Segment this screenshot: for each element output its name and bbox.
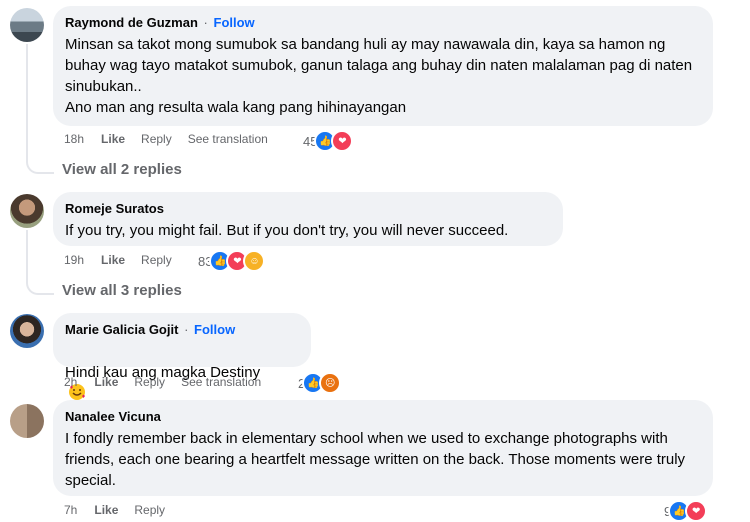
see-translation-link[interactable]: See translation xyxy=(181,375,261,389)
comment-bubble: Romeje Suratos If you try, you might fai… xyxy=(53,192,563,246)
comment-header: Raymond de Guzman · Follow xyxy=(65,14,701,31)
comment-actions: 2h Like Reply See translation xyxy=(64,372,277,392)
reaction-summary[interactable]: 45 👍 ❤ xyxy=(303,130,354,152)
view-replies-link[interactable]: View all 3 replies xyxy=(62,282,182,299)
love-icon: ❤ xyxy=(685,500,708,522)
separator: · xyxy=(184,322,189,337)
comment-text: Minsan sa takot mong sumubok sa bandang … xyxy=(65,36,693,116)
reaction-summary[interactable]: 83 👍 ❤ ☺ xyxy=(198,250,266,272)
reply-button[interactable]: Reply xyxy=(134,503,165,517)
comment-bubble: Nanalee Vicuna I fondly remember back in… xyxy=(53,400,713,496)
separator: · xyxy=(203,15,208,30)
thread-line xyxy=(26,230,54,295)
avatar[interactable] xyxy=(10,404,44,438)
like-button[interactable]: Like xyxy=(94,375,118,389)
comment-time[interactable]: 2h xyxy=(64,375,77,389)
reply-button[interactable]: Reply xyxy=(141,132,172,146)
comment-bubble: Marie Galicia Gojit · Follow Hindi kau a… xyxy=(53,313,311,400)
comment-text: If you try, you might fail. But if you d… xyxy=(65,222,509,239)
reaction-summary[interactable]: 2 👍 ☹ xyxy=(298,372,342,394)
reply-button[interactable]: Reply xyxy=(134,375,165,389)
thread-line xyxy=(26,44,54,174)
angry-icon: ☹ xyxy=(319,372,342,394)
comment-header: Romeje Suratos xyxy=(65,200,551,217)
see-translation-link[interactable]: See translation xyxy=(188,132,268,146)
view-replies-link[interactable]: View all 2 replies xyxy=(62,161,182,178)
care-icon: ☺ xyxy=(243,250,266,272)
avatar[interactable] xyxy=(10,194,44,228)
comment-author[interactable]: Romeje Suratos xyxy=(65,201,164,216)
comment-text: I fondly remember back in elementary sch… xyxy=(65,430,686,489)
comment-actions: 18h Like Reply See translation xyxy=(64,129,284,149)
reply-button[interactable]: Reply xyxy=(141,253,172,267)
like-button[interactable]: Like xyxy=(101,132,125,146)
comment-bubble: Raymond de Guzman · Follow Minsan sa tak… xyxy=(53,6,713,126)
avatar[interactable] xyxy=(10,8,44,42)
follow-button[interactable]: Follow xyxy=(214,15,255,30)
follow-button[interactable]: Follow xyxy=(194,322,235,337)
love-icon: ❤ xyxy=(331,130,354,152)
reaction-summary[interactable]: 9 👍 ❤ xyxy=(664,500,708,522)
comment-header: Marie Galicia Gojit · Follow xyxy=(65,321,299,338)
like-button[interactable]: Like xyxy=(94,503,118,517)
comment-time[interactable]: 7h xyxy=(64,503,77,517)
comment-actions: 7h Like Reply xyxy=(64,500,181,520)
avatar[interactable] xyxy=(10,314,44,348)
comment-author[interactable]: Nanalee Vicuna xyxy=(65,409,161,424)
like-button[interactable]: Like xyxy=(101,253,125,267)
comment-actions: 19h Like Reply xyxy=(64,250,188,270)
comment-header: Nanalee Vicuna xyxy=(65,408,701,425)
comment-time[interactable]: 18h xyxy=(64,132,84,146)
comment-author[interactable]: Raymond de Guzman xyxy=(65,15,198,30)
comment-author[interactable]: Marie Galicia Gojit xyxy=(65,322,178,337)
comment-time[interactable]: 19h xyxy=(64,253,84,267)
